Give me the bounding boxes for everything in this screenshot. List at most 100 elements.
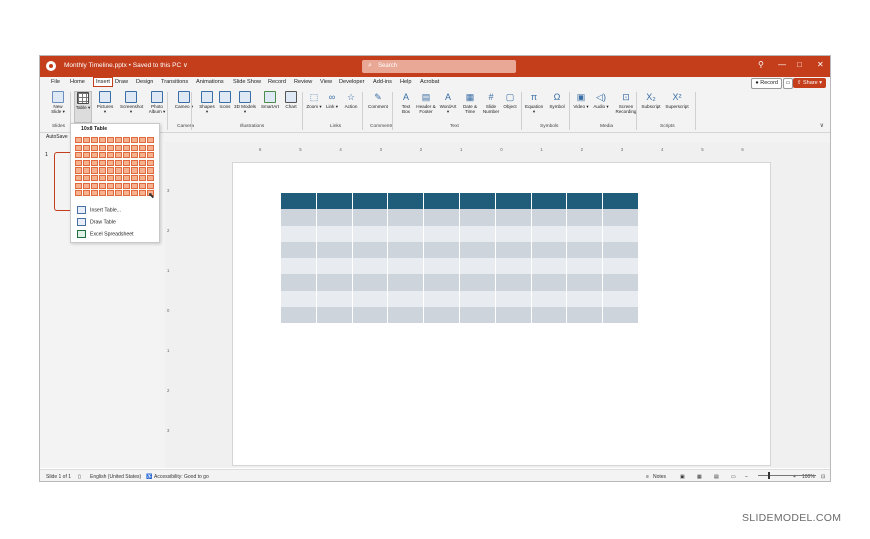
table-grid-cell[interactable]	[131, 152, 138, 159]
table-cell[interactable]	[531, 209, 568, 226]
table-grid-cell[interactable]	[139, 167, 146, 174]
table-cell[interactable]	[603, 290, 639, 307]
table-grid-cell[interactable]	[91, 190, 98, 197]
table-grid-cell[interactable]	[115, 182, 122, 189]
table-grid-cell[interactable]	[147, 152, 154, 159]
table-grid-cell[interactable]	[115, 144, 122, 151]
superscript-button[interactable]: X² Superscript	[664, 91, 690, 109]
table-cell[interactable]	[567, 290, 604, 307]
tab-view[interactable]: View	[320, 79, 332, 85]
table-grid-cell[interactable]	[107, 190, 114, 197]
table-grid-cell[interactable]	[83, 152, 90, 159]
table-cell[interactable]	[424, 225, 460, 242]
minimize-button[interactable]: —	[778, 60, 786, 69]
table-grid-cell[interactable]	[107, 167, 114, 174]
table-grid-cell[interactable]	[83, 190, 90, 197]
table-cell[interactable]	[567, 258, 604, 275]
table-grid-cell[interactable]	[99, 137, 106, 144]
table-cell[interactable]	[531, 274, 568, 291]
link-button[interactable]: ∞ Link ▾	[325, 91, 339, 109]
symbol-button[interactable]: Ω Symbol	[547, 91, 567, 109]
table-grid-cell[interactable]	[139, 152, 146, 159]
autosave-label[interactable]: AutoSave	[46, 134, 68, 140]
table-grid-cell[interactable]	[75, 167, 82, 174]
tab-review[interactable]: Review	[294, 79, 312, 85]
slideshow-icon[interactable]: ▭	[731, 474, 736, 480]
action-button[interactable]: ☆ Action	[343, 91, 359, 109]
accessibility-status[interactable]: Accessibility: Good to go	[154, 474, 209, 480]
table-grid-cell[interactable]	[123, 190, 130, 197]
table-cell[interactable]	[567, 274, 604, 291]
table-cell[interactable]	[388, 241, 425, 258]
table-cell[interactable]	[531, 241, 568, 258]
tab-record[interactable]: Record	[268, 79, 286, 85]
table-grid-cell[interactable]	[75, 152, 82, 159]
text-box-button[interactable]: A Text Box	[398, 91, 414, 114]
table-grid-cell[interactable]	[131, 137, 138, 144]
table-cell[interactable]	[352, 274, 389, 291]
table-cell[interactable]	[603, 209, 639, 226]
comment-button[interactable]: ✎ Comment	[367, 91, 389, 109]
tab-developer[interactable]: Developer	[339, 79, 365, 85]
table-cell[interactable]	[460, 290, 496, 307]
table-grid-cell[interactable]	[107, 152, 114, 159]
equation-button[interactable]: π Equation ▾	[525, 91, 543, 114]
table-cell[interactable]	[388, 225, 425, 242]
table-grid-cell[interactable]	[147, 144, 154, 151]
table-cell[interactable]	[495, 241, 532, 258]
table-grid-cell[interactable]	[139, 159, 146, 167]
tab-animations[interactable]: Animations	[196, 79, 224, 85]
shapes-button[interactable]: Shapes ▾	[198, 91, 216, 114]
table-header-cell[interactable]	[281, 193, 317, 210]
table-grid-cell[interactable]	[147, 182, 154, 189]
table-cell[interactable]	[495, 225, 532, 242]
table-grid-cell[interactable]	[91, 175, 98, 182]
table-cell[interactable]	[424, 241, 460, 258]
table-cell[interactable]	[281, 290, 317, 307]
table-grid-cell[interactable]	[83, 182, 90, 189]
table-grid-cell[interactable]	[83, 137, 90, 144]
table-grid-cell[interactable]	[99, 144, 106, 151]
table-cell[interactable]	[531, 258, 568, 275]
table-cell[interactable]	[567, 241, 604, 258]
header-footer-button[interactable]: ▤ Header & Footer	[416, 91, 436, 114]
table-cell[interactable]	[281, 225, 317, 242]
table-grid-cell[interactable]	[83, 144, 90, 151]
table-header-cell[interactable]	[531, 193, 568, 210]
insert-table-item[interactable]: Insert Table...	[75, 206, 155, 215]
share-button[interactable]: ⇧ Share ▾	[792, 78, 826, 88]
table-grid-cell[interactable]	[107, 137, 114, 144]
table-grid-cell[interactable]	[99, 167, 106, 174]
table-cell[interactable]	[352, 258, 389, 275]
table-cell[interactable]	[531, 290, 568, 307]
table-grid-cell[interactable]	[83, 167, 90, 174]
table-grid-cell[interactable]	[91, 152, 98, 159]
table-cell[interactable]	[531, 306, 568, 323]
table-grid-cell[interactable]	[123, 167, 130, 174]
zoom-out-icon[interactable]: –	[745, 474, 748, 480]
table-grid-cell[interactable]	[75, 159, 82, 167]
tab-design[interactable]: Design	[136, 79, 153, 85]
table-grid-cell[interactable]	[123, 182, 130, 189]
new-slide-button[interactable]: New Slide ▾	[48, 91, 68, 114]
table-cell[interactable]	[424, 306, 460, 323]
table-grid-cell[interactable]	[123, 175, 130, 182]
pictures-button[interactable]: Pictures ▾	[96, 91, 114, 114]
table-header-cell[interactable]	[352, 193, 389, 210]
table-header-cell[interactable]	[316, 193, 353, 210]
spelling-icon[interactable]: ▯	[78, 474, 81, 480]
table-grid-cell[interactable]	[107, 159, 114, 167]
table-grid-cell[interactable]	[75, 190, 82, 197]
table-cell[interactable]	[460, 225, 496, 242]
table-grid-cell[interactable]	[107, 182, 114, 189]
table-grid-cell[interactable]	[131, 167, 138, 174]
table-cell[interactable]	[495, 306, 532, 323]
table-grid-cell[interactable]	[115, 152, 122, 159]
draw-table-item[interactable]: Draw Table	[75, 218, 155, 227]
table-cell[interactable]	[495, 274, 532, 291]
zoom-slider-handle[interactable]	[768, 472, 770, 479]
table-cell[interactable]	[567, 209, 604, 226]
audio-button[interactable]: ◁) Audio ▾	[593, 91, 609, 109]
language-status[interactable]: English (United States)	[90, 474, 141, 480]
table-size-grid[interactable]	[75, 137, 155, 199]
